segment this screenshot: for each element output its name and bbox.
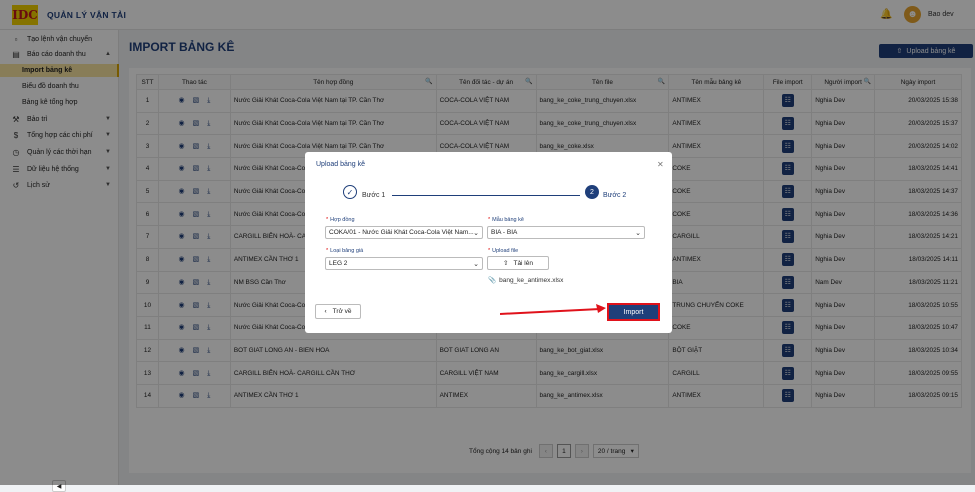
upload-icon: ⇧ [503,260,509,267]
step-2-indicator: 2 [585,185,599,199]
chevron-left-icon: ‹ [324,308,327,315]
price-type-select[interactable]: LEG 2 ⌄ [325,257,483,270]
step-1-label: Bước 1 [362,192,386,199]
upload-file-button[interactable]: ⇧ Tải lên [487,256,549,270]
upload-modal: Upload bảng kê ✕ ✓ Bước 1 2 Bước 2 * Hợp … [305,152,672,333]
chevron-down-icon: ⌄ [635,230,641,237]
uploaded-file: 📎 bang_ke_antimex.xlsx [488,277,564,284]
red-arrow-annotation [500,304,606,315]
paperclip-icon: 📎 [488,277,497,284]
check-icon: ✓ [343,185,357,199]
chevron-down-icon: ⌄ [473,261,479,268]
chevron-down-icon: ⌄ [473,230,479,237]
modal-title: Upload bảng kê [316,161,366,168]
back-button[interactable]: ‹ Trở về [315,304,361,319]
step-connector [392,195,580,196]
import-button[interactable]: Import [607,303,660,321]
contract-label: * Hợp đồng [326,217,355,223]
price-type-label: * Loại bảng giá [326,248,364,254]
step-2-label: Bước 2 [603,192,627,199]
template-select[interactable]: BIA - BIA ⌄ [487,226,645,239]
template-label: * Mẫu bảng kê [488,217,524,223]
contract-select[interactable]: COKA/01 - Nước Giải Khát Coca-Cola Việt … [325,226,483,239]
upload-file-label: * Upload file [488,248,519,254]
close-icon[interactable]: ✕ [657,160,664,169]
